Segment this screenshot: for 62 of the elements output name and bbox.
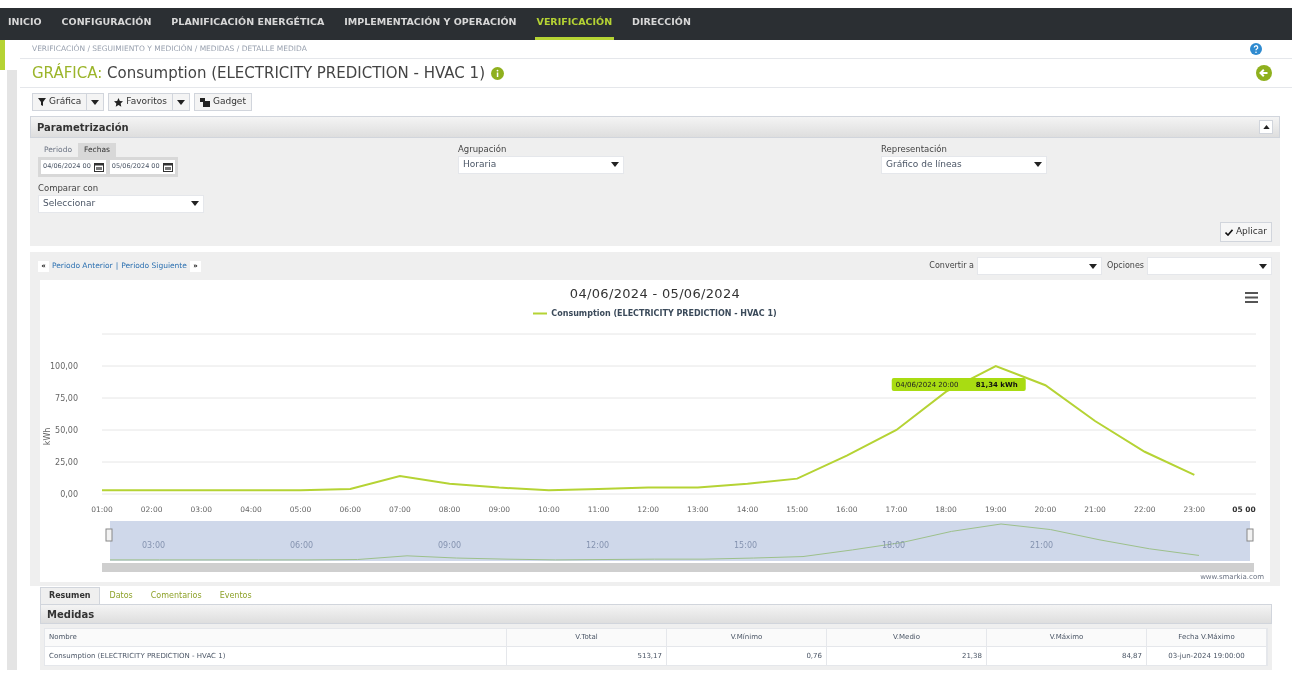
gadget-icon	[199, 97, 210, 107]
nav-tab[interactable]: CONFIGURACIÓN	[59, 8, 154, 40]
section-title: Medidas	[47, 607, 95, 622]
caret-icon	[191, 201, 199, 207]
caret-icon	[176, 99, 185, 105]
navigator-label: 09:00	[438, 540, 462, 550]
grouping-select[interactable]: Horaria	[458, 155, 624, 174]
calendar-icon	[162, 162, 173, 172]
star-icon	[114, 97, 124, 107]
y-tick-label: 0,00	[60, 489, 78, 499]
field-label: Representación	[881, 143, 948, 156]
field-label: Opciones	[1106, 260, 1144, 272]
field-label: Agrupación	[458, 143, 508, 156]
scrollbar[interactable]	[102, 562, 1254, 572]
collapse-button[interactable]	[1259, 120, 1273, 134]
navigator-handle[interactable]	[1246, 528, 1254, 542]
y-axis-title: kWh	[43, 427, 52, 445]
y-tick-label: 50,00	[55, 425, 78, 435]
legend-label[interactable]: Consumption (ELECTRICITY PREDICTION - HVAC 1)	[551, 307, 777, 320]
nav-tab[interactable]: VERIFICACIÓN	[534, 8, 615, 40]
chart-title: 04/06/2024 - 05/06/2024	[569, 285, 741, 303]
panel-title: Parametrización	[37, 120, 129, 135]
caret-icon	[1088, 263, 1097, 269]
caret-icon	[91, 99, 100, 105]
nav-tab[interactable]: INICIO	[6, 8, 44, 40]
filter-icon	[38, 98, 46, 106]
apply-button[interactable]: Aplicar	[1219, 222, 1272, 242]
navigator-label: 18:00	[882, 540, 906, 550]
representation-select[interactable]: Gráfico de líneas	[881, 155, 1047, 174]
navigator-label: 06:00	[290, 540, 314, 550]
compare-select[interactable]: Seleccionar	[38, 194, 204, 213]
help-icon[interactable]	[1250, 43, 1262, 55]
dropdown-button[interactable]	[87, 93, 105, 111]
navigator-handle[interactable]	[105, 528, 113, 542]
active-indicator	[0, 40, 5, 70]
legend-line-icon	[533, 312, 548, 315]
caret-icon	[611, 162, 619, 168]
y-tick-label: 25,00	[55, 457, 78, 467]
menu-icon[interactable]	[1245, 292, 1258, 303]
page-title: GRÁFICA: Consumption (ELECTRICITY PREDICTION - HVAC 1)	[32, 62, 485, 84]
toolbar-button[interactable]: Favoritos	[108, 93, 173, 111]
navigator-label: 15:00	[734, 540, 758, 550]
caret-icon	[1259, 263, 1267, 269]
field-label: Convertir a	[929, 260, 974, 272]
y-tick-label: 75,00	[55, 393, 78, 403]
field-label: Comparar con	[38, 182, 100, 195]
toolbar-button[interactable]: Gráfica	[32, 93, 88, 111]
back-icon[interactable]	[1256, 65, 1272, 81]
nav-tab[interactable]: DIRECCIÓN	[630, 8, 693, 40]
navigator-label: 03:00	[142, 540, 166, 550]
caret-up-icon	[1262, 125, 1270, 129]
nav-tab[interactable]: IMPLEMENTACIÓN Y OPERACIÓN	[342, 8, 519, 40]
nav-tab[interactable]: PLANIFICACIÓN ENERGÉTICA	[169, 8, 327, 40]
check-icon	[1224, 228, 1233, 236]
navigator-label: 12:00	[586, 540, 610, 550]
caret-icon	[1034, 162, 1042, 168]
info-icon[interactable]	[491, 66, 504, 80]
y-tick-label: 100,00	[50, 361, 78, 371]
content-tab[interactable]: Resumen	[40, 587, 100, 604]
navigator-label: 21:00	[1030, 540, 1054, 550]
calendar-icon	[93, 162, 104, 172]
toolbar-button[interactable]: Gadget	[193, 93, 252, 111]
